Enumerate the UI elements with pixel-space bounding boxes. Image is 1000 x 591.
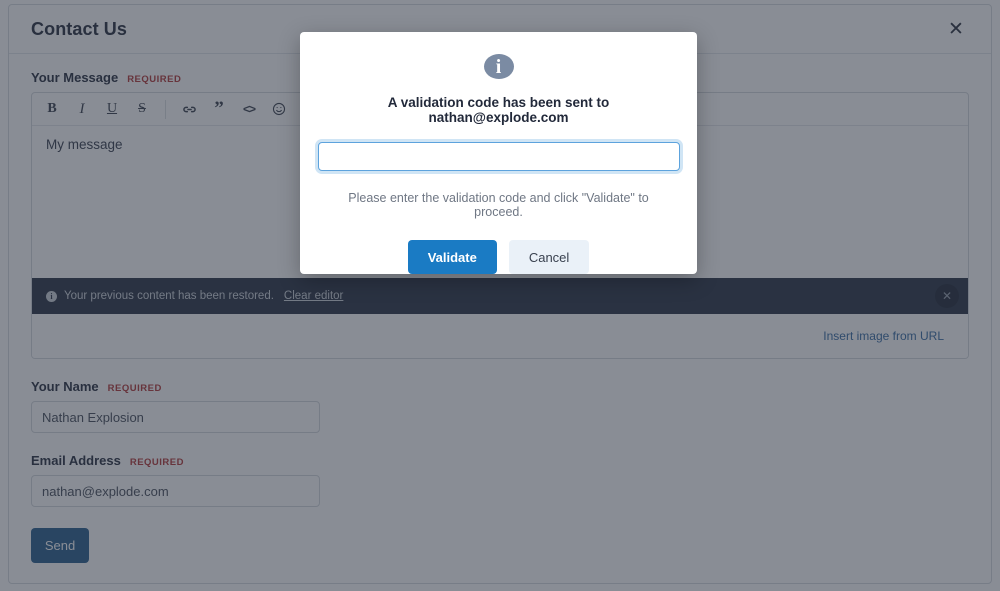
dialog-hint: Please enter the validation code and cli… [348,191,649,219]
validation-dialog: i A validation code has been sent to nat… [300,32,697,274]
validate-button[interactable]: Validate [407,240,497,274]
dialog-heading: A validation code has been sent to natha… [387,95,610,126]
cancel-button[interactable]: Cancel [508,240,590,274]
validation-code-input[interactable] [317,142,680,171]
info-icon: i [483,54,514,80]
dialog-actions: Validate Cancel [407,240,590,274]
